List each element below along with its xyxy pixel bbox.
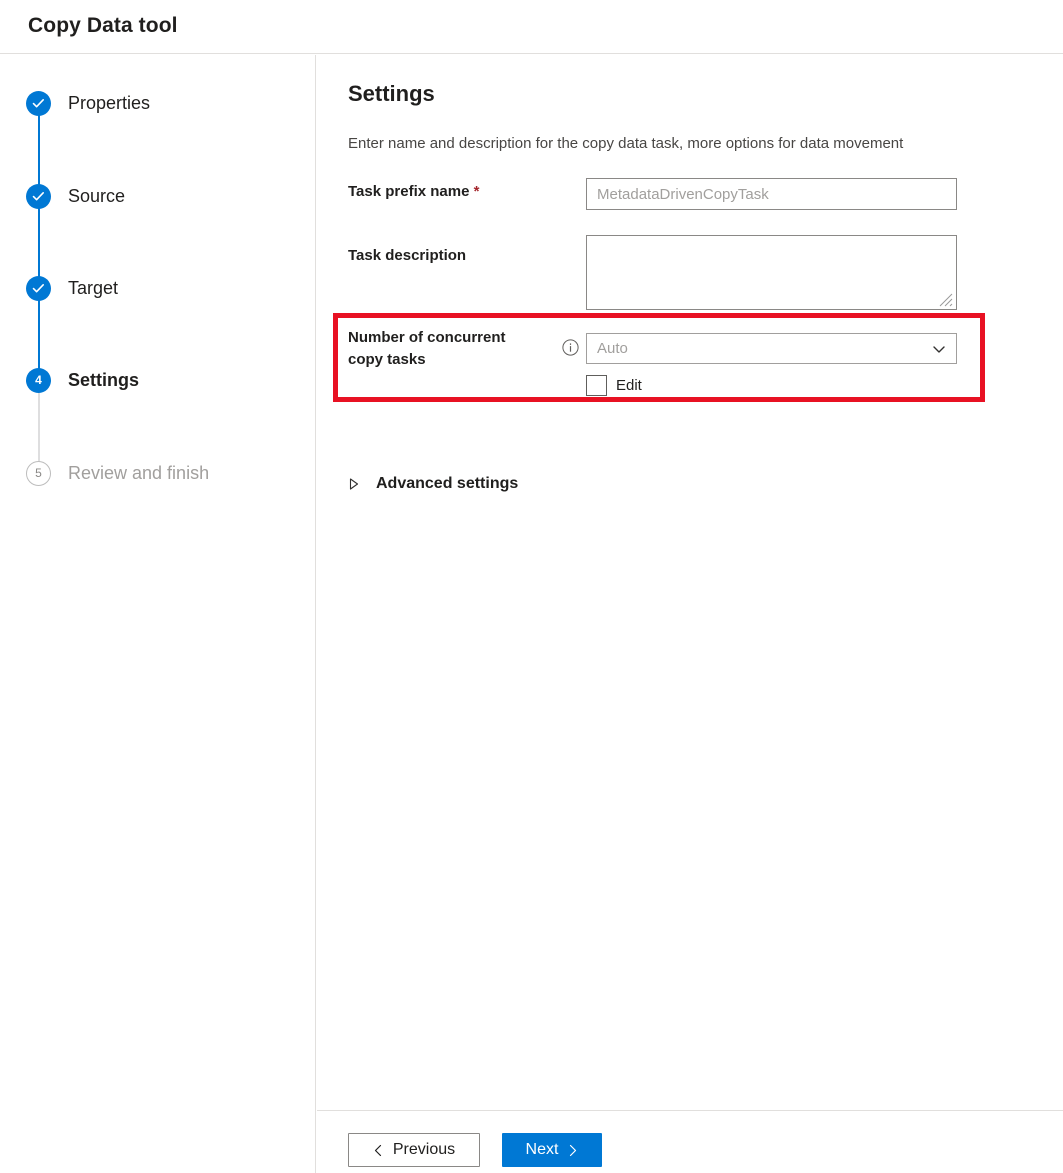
sidebar-item-settings[interactable]: 4 Settings (26, 367, 139, 393)
step-bullet-settings: 4 (26, 368, 51, 393)
next-button-label: Next (526, 1141, 559, 1159)
sidebar-item-label-properties: Properties (68, 93, 150, 114)
chevron-down-icon (932, 342, 946, 356)
app-title: Copy Data tool (28, 14, 178, 38)
concurrent-copy-tasks-selected-value: Auto (597, 340, 932, 357)
task-description-label: Task description (348, 245, 466, 267)
concurrent-copy-tasks-label: Number of concurrent copy tasks (348, 327, 548, 371)
advanced-settings-label: Advanced settings (376, 475, 518, 493)
wizard-step-sidebar: Properties Source Target 4 Settings 5 Re… (0, 55, 316, 1173)
chevron-left-icon (373, 1144, 384, 1157)
sidebar-item-review-and-finish[interactable]: 5 Review and finish (26, 460, 209, 486)
edit-checkbox-label: Edit (616, 377, 642, 394)
advanced-settings-toggle[interactable]: Advanced settings (348, 475, 518, 493)
sidebar-item-properties[interactable]: Properties (26, 90, 150, 116)
previous-button[interactable]: Previous (348, 1133, 480, 1167)
step-bullet-properties (26, 91, 51, 116)
step-bullet-target (26, 276, 51, 301)
sidebar-item-target[interactable]: Target (26, 275, 118, 301)
edit-checkbox-row[interactable]: Edit (586, 375, 642, 396)
check-icon (32, 282, 45, 295)
chevron-right-icon (567, 1144, 578, 1157)
sidebar-item-label-target: Target (68, 278, 118, 299)
step-number-settings: 4 (35, 374, 42, 386)
task-prefix-name-label-text: Task prefix name (348, 183, 469, 200)
task-prefix-name-input[interactable] (586, 178, 957, 210)
sidebar-item-source[interactable]: Source (26, 183, 125, 209)
check-icon (32, 190, 45, 203)
concurrent-copy-tasks-dropdown[interactable]: Auto (586, 333, 957, 364)
concurrent-copy-tasks-label-line1: Number of concurrent (348, 329, 506, 346)
task-prefix-name-label: Task prefix name * (348, 181, 479, 203)
app-header: Copy Data tool (0, 0, 1063, 54)
sidebar-item-label-review-and-finish: Review and finish (68, 463, 209, 484)
concurrent-copy-tasks-label-line2: copy tasks (348, 351, 426, 368)
step-bullet-source (26, 184, 51, 209)
triangle-right-icon (348, 477, 360, 491)
sidebar-item-label-settings: Settings (68, 370, 139, 391)
info-icon[interactable] (562, 339, 579, 356)
page-subtitle: Enter name and description for the copy … (348, 135, 903, 152)
required-marker: * (474, 183, 480, 200)
sidebar-item-label-source: Source (68, 186, 125, 207)
step-number-review-and-finish: 5 (35, 467, 42, 479)
settings-panel: Settings Enter name and description for … (317, 55, 1063, 1110)
step-bullet-review-and-finish: 5 (26, 461, 51, 486)
previous-button-label: Previous (393, 1141, 455, 1159)
next-button[interactable]: Next (502, 1133, 602, 1167)
edit-checkbox[interactable] (586, 375, 607, 396)
page-title: Settings (348, 81, 435, 107)
task-description-textarea[interactable] (586, 235, 957, 310)
check-icon (32, 97, 45, 110)
wizard-footer: Previous Next (317, 1110, 1063, 1173)
